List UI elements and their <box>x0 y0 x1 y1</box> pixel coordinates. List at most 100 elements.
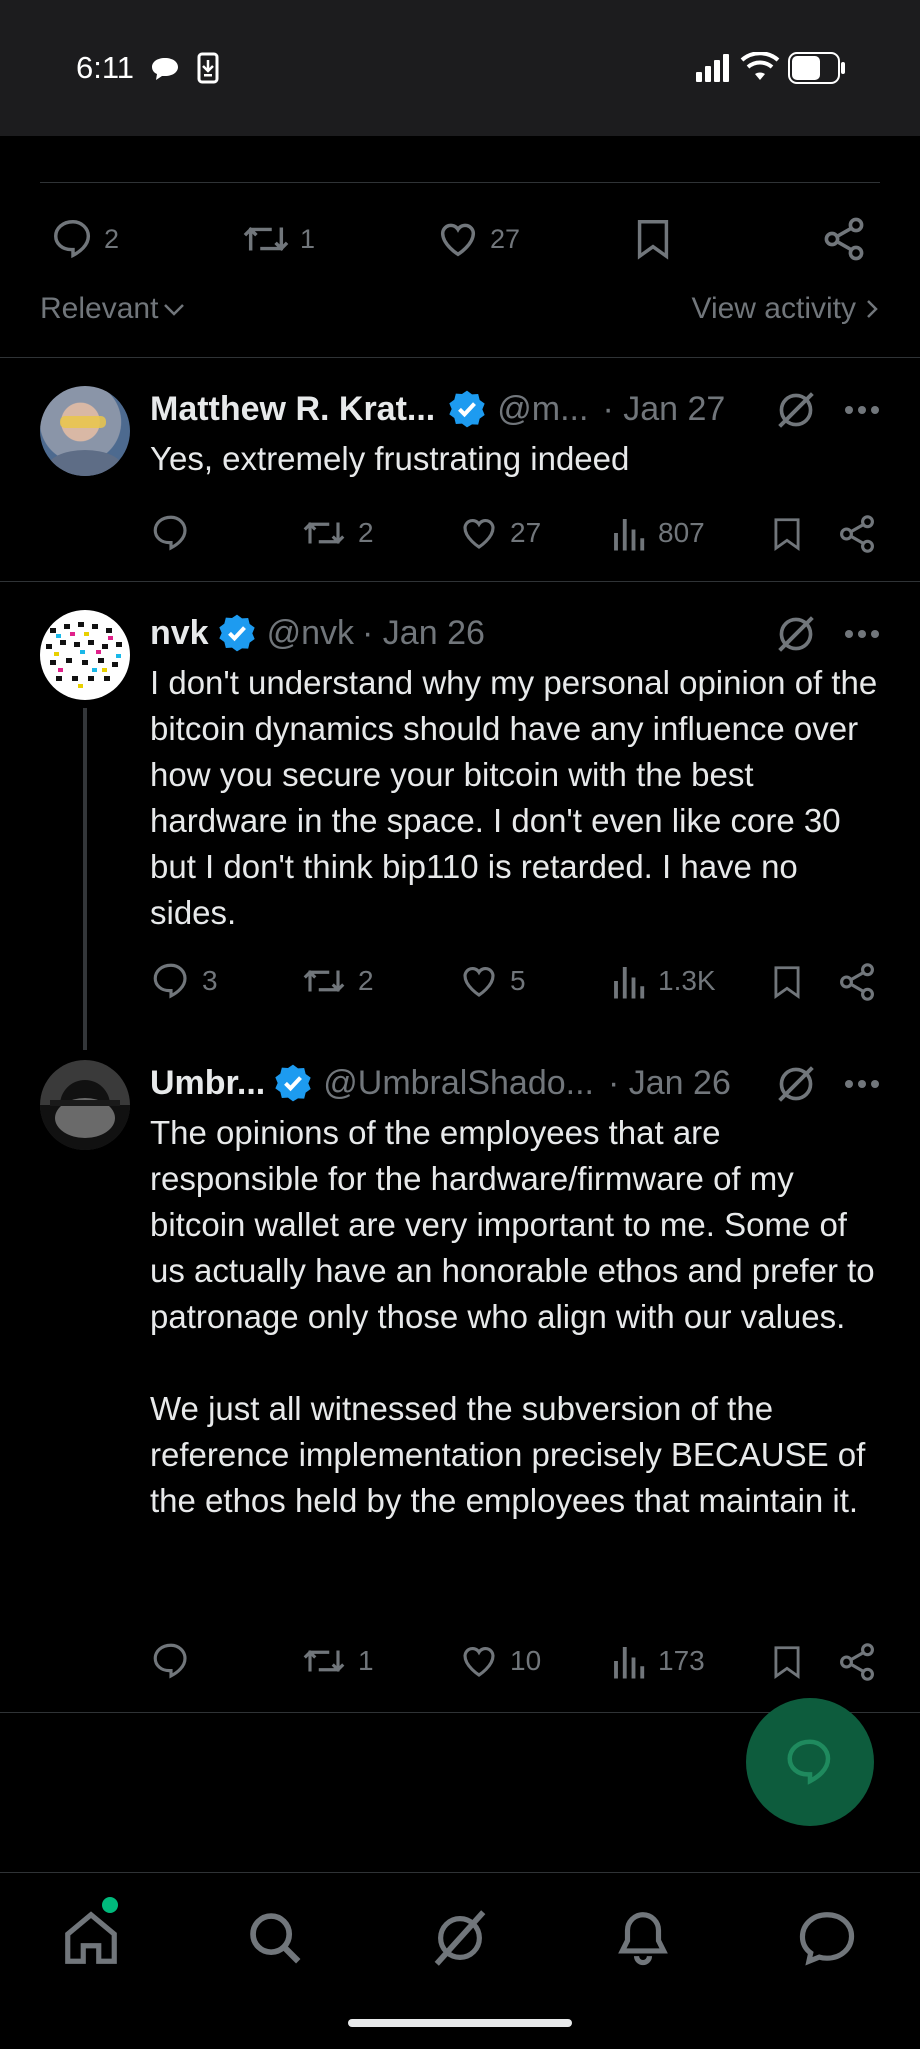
grok-icon[interactable] <box>774 1064 818 1104</box>
wifi-icon <box>740 52 780 80</box>
views-count: 173 <box>658 1645 705 1676</box>
post-actions: 1 10 173 <box>150 1640 880 1688</box>
share-icon <box>824 217 864 261</box>
reply-count: 3 <box>202 965 218 996</box>
reply-button[interactable] <box>150 512 202 554</box>
bookmark-icon <box>774 1646 800 1680</box>
grok-icon[interactable] <box>774 614 818 654</box>
reply-post[interactable]: Umbr... @UmbralShado... · Jan 26 The opi… <box>0 1032 920 1712</box>
status-time: 6:11 <box>76 50 135 85</box>
nav-search[interactable] <box>244 1907 306 1969</box>
download-notification-icon <box>197 52 219 84</box>
repost-button[interactable]: 1 <box>300 1640 374 1682</box>
bookmark-button[interactable] <box>768 512 806 556</box>
views-button[interactable]: 173 <box>612 1640 705 1682</box>
post-header: nvk @nvk · Jan 26 <box>150 610 880 656</box>
bottom-nav <box>0 1872 920 2049</box>
post-paragraph: Yes, extremely frustrating indeed <box>150 440 630 477</box>
nav-grok[interactable] <box>428 1907 492 1969</box>
share-button[interactable] <box>820 214 868 264</box>
like-button[interactable]: 27 <box>434 216 520 262</box>
share-icon <box>840 1643 874 1681</box>
reply-button[interactable]: 2 <box>50 216 119 262</box>
like-button[interactable]: 10 <box>458 1640 541 1682</box>
reply-post[interactable]: nvk @nvk · Jan 26 I don't understand why… <box>0 582 920 1042</box>
like-count: 10 <box>510 1645 542 1676</box>
more-icon[interactable] <box>844 404 880 416</box>
notifications-icon <box>618 1912 668 1966</box>
avatar[interactable] <box>40 386 130 476</box>
repost-button[interactable]: 1 <box>240 216 315 262</box>
share-button[interactable] <box>836 960 878 1004</box>
post-paragraph: We just all witnessed the subversion of … <box>150 1390 866 1519</box>
post-text: I don't understand why my personal opini… <box>150 660 890 936</box>
main-post-actions: 2 1 27 <box>0 206 920 276</box>
home-indicator[interactable] <box>348 2019 572 2027</box>
post-header-actions <box>774 390 880 430</box>
repost-count: 2 <box>358 517 374 548</box>
avatar-image <box>40 1060 130 1150</box>
reply-icon <box>153 1643 187 1679</box>
bookmark-button[interactable] <box>630 214 676 264</box>
views-icon <box>614 519 645 551</box>
post-divider <box>40 182 880 183</box>
post-date: · Jan 27 <box>602 389 726 428</box>
more-icon[interactable] <box>844 1078 880 1090</box>
author-name[interactable]: Matthew R. Krat... <box>150 390 435 429</box>
reply-icon <box>153 963 187 999</box>
share-button[interactable] <box>836 1640 878 1684</box>
reply-icon <box>54 220 91 259</box>
more-icon[interactable] <box>844 628 880 640</box>
avatar[interactable] <box>40 1060 130 1150</box>
author-handle[interactable]: @m... <box>497 390 588 429</box>
post-header-actions <box>774 614 880 654</box>
bookmark-button[interactable] <box>768 960 806 1004</box>
views-button[interactable]: 807 <box>612 512 705 554</box>
like-icon <box>440 223 476 257</box>
author-name[interactable]: nvk <box>150 614 209 653</box>
grok-icon[interactable] <box>774 390 818 430</box>
view-activity-link[interactable]: View activity <box>691 292 880 326</box>
bookmark-icon <box>774 966 800 1000</box>
views-count: 1.3K <box>658 965 716 996</box>
verified-badge-icon <box>218 614 255 652</box>
like-count: 27 <box>490 223 521 254</box>
author-handle[interactable]: @UmbralShado... <box>323 1064 594 1103</box>
post-header-actions <box>774 1064 880 1104</box>
views-button[interactable]: 1.3K <box>612 960 716 1002</box>
sort-dropdown[interactable]: Relevant <box>40 292 186 326</box>
grok-icon <box>434 1910 486 1966</box>
reply-post[interactable]: Matthew R. Krat... @m... · Jan 27 Yes, e… <box>0 358 920 580</box>
replies-sort-row: Relevant View activity <box>40 290 880 330</box>
nav-messages[interactable] <box>796 1907 858 1969</box>
post-actions: 3 2 5 1.3K <box>150 960 880 1008</box>
author-handle[interactable]: @nvk <box>267 614 354 653</box>
messages-icon <box>799 1912 855 1966</box>
share-button[interactable] <box>836 512 878 556</box>
like-icon <box>463 1647 495 1677</box>
signal-icon <box>696 54 729 82</box>
home-icon <box>65 1911 117 1964</box>
like-icon <box>463 967 495 997</box>
avatar[interactable] <box>40 610 130 700</box>
compose-reply-button[interactable] <box>746 1698 874 1826</box>
repost-icon <box>303 1650 345 1672</box>
repost-button[interactable]: 2 <box>300 512 374 554</box>
repost-button[interactable]: 2 <box>300 960 374 1002</box>
repost-icon <box>303 522 345 544</box>
bookmark-button[interactable] <box>768 1640 806 1684</box>
nav-notifications[interactable] <box>612 1907 674 1969</box>
repost-count: 2 <box>358 965 374 996</box>
author-name[interactable]: Umbr... <box>150 1064 265 1103</box>
nav-home[interactable] <box>60 1907 122 1969</box>
post-date: · Jan 26 <box>362 613 485 652</box>
views-icon <box>614 1647 645 1679</box>
like-button[interactable]: 27 <box>458 512 541 554</box>
like-button[interactable]: 5 <box>458 960 526 1002</box>
view-activity-label: View activity <box>691 292 856 325</box>
post-paragraph: The opinions of the employees that are r… <box>150 1114 875 1335</box>
bookmark-icon <box>774 518 800 552</box>
reply-button[interactable] <box>150 1640 202 1682</box>
sort-label: Relevant <box>40 292 159 325</box>
reply-button[interactable]: 3 <box>150 960 218 1002</box>
